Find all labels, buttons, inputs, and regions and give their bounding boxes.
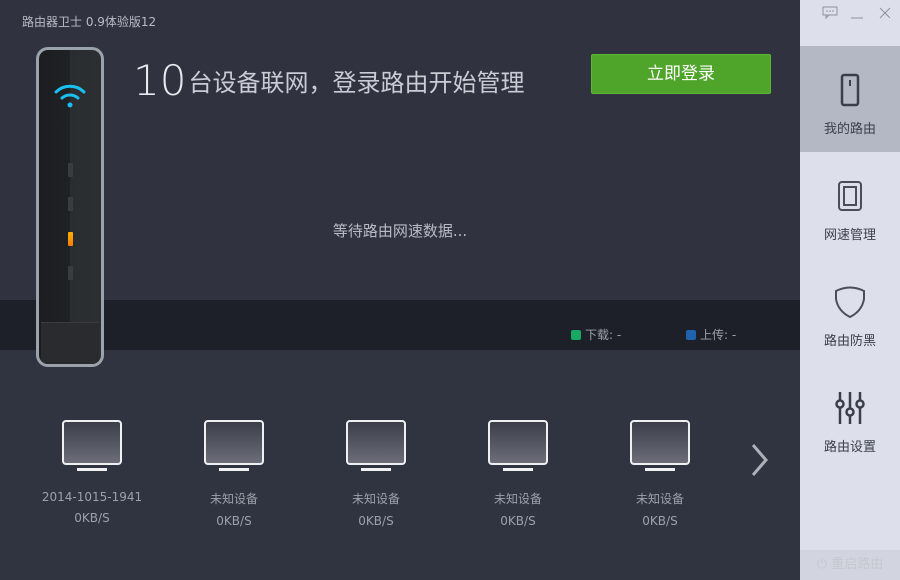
- device-name: 2014-1015-1941: [41, 490, 143, 504]
- power-icon: ⏻: [816, 557, 832, 572]
- headline: 10台设备联网，登录路由开始管理: [133, 56, 524, 105]
- legend-upload: 上传: -: [686, 326, 736, 343]
- sidebar-item-settings[interactable]: 路由设置: [800, 364, 900, 470]
- router-icon: [840, 73, 860, 107]
- chevron-right-icon[interactable]: [748, 440, 770, 480]
- login-button[interactable]: 立即登录: [591, 54, 771, 94]
- sidebar-item-my-router[interactable]: 我的路由: [800, 46, 900, 152]
- device-speed: 0KB/S: [500, 514, 536, 528]
- download-label: 下载: -: [585, 328, 622, 342]
- device-name: 未知设备: [493, 492, 542, 506]
- headline-text: 台设备联网，登录路由开始管理: [188, 69, 525, 97]
- top-area: [0, 0, 800, 300]
- device-name: 未知设备: [635, 492, 684, 506]
- device-name: 未知设备: [209, 492, 258, 506]
- device-count: 10: [133, 56, 187, 105]
- speed-band: [0, 300, 800, 350]
- device-speed: 0KB/S: [642, 514, 678, 528]
- sidebar-item-label: 我的路由: [823, 122, 876, 137]
- download-swatch: [571, 329, 581, 340]
- main-panel: 路由器卫士 0.9体验版12 10台设备联网，登录路由开始管理 立即登录 等待路…: [0, 0, 800, 580]
- router-base: [41, 322, 99, 364]
- device-item[interactable]: 2014-1015-1941 0KB/S: [32, 420, 152, 525]
- device-speed: 0KB/S: [216, 514, 252, 528]
- feedback-icon[interactable]: [822, 6, 838, 20]
- waiting-status: 等待路由网速数据...: [332, 222, 468, 240]
- reboot-label: 重启路由: [831, 557, 884, 572]
- router-illustration: [36, 47, 104, 367]
- monitor-icon: [488, 420, 548, 471]
- device-item[interactable]: 未知设备 0KB/S: [600, 420, 720, 528]
- reboot-button[interactable]: ⏻ 重启路由: [800, 550, 900, 580]
- upload-swatch: [686, 329, 696, 340]
- router-led: [68, 163, 73, 177]
- shield-icon: [835, 286, 865, 319]
- monitor-icon: [346, 420, 406, 471]
- monitor-icon: [204, 420, 264, 471]
- router-led: [68, 197, 73, 211]
- sidebar: 我的路由 网速管理 路由防黑 路由设置 ⏻ 重启路由: [800, 0, 900, 580]
- sidebar-item-anti-hack[interactable]: 路由防黑: [800, 258, 900, 364]
- router-led: [68, 266, 73, 280]
- minimize-icon[interactable]: [851, 6, 863, 20]
- sidebar-item-label: 网速管理: [823, 228, 876, 243]
- app-title: 路由器卫士 0.9体验版12: [22, 15, 157, 29]
- device-item[interactable]: 未知设备 0KB/S: [316, 420, 436, 528]
- close-icon[interactable]: [879, 6, 891, 20]
- sidebar-item-label: 路由设置: [823, 440, 876, 455]
- device-speed: 0KB/S: [358, 514, 394, 528]
- device-item[interactable]: 未知设备 0KB/S: [458, 420, 578, 528]
- device-speed: 0KB/S: [74, 511, 110, 525]
- monitor-icon: [62, 420, 122, 471]
- legend-download: 下载: -: [571, 326, 621, 343]
- monitor-icon: [630, 420, 690, 471]
- sidebar-item-label: 路由防黑: [823, 334, 876, 349]
- device-item[interactable]: 未知设备 0KB/S: [174, 420, 294, 528]
- speed-icon: [838, 181, 862, 211]
- wifi-icon: [54, 84, 86, 108]
- sliders-icon: [835, 392, 865, 424]
- device-name: 未知设备: [351, 492, 400, 506]
- sidebar-item-speed[interactable]: 网速管理: [800, 152, 900, 258]
- upload-label: 上传: -: [700, 328, 737, 342]
